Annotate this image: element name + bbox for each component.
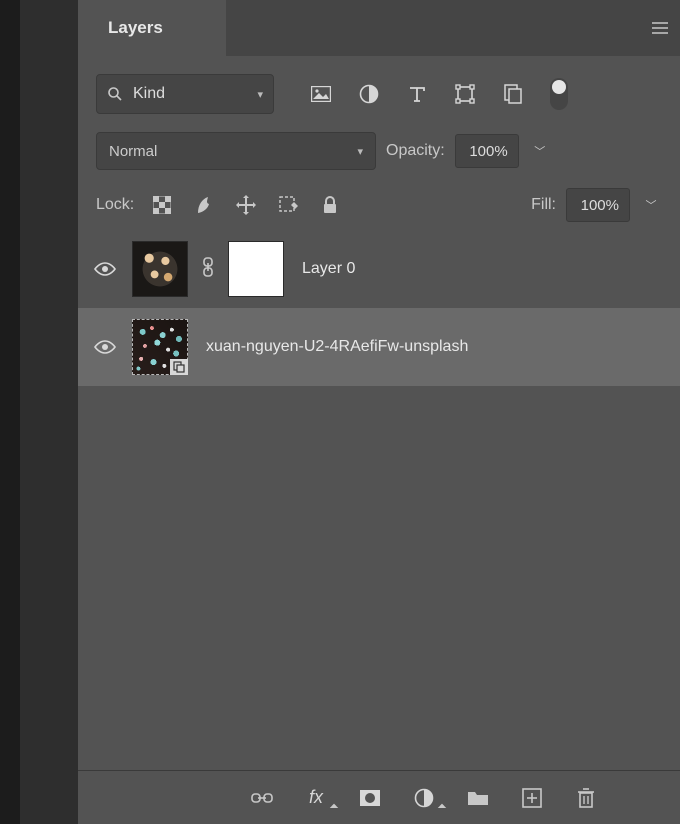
- opacity-input[interactable]: 100%: [455, 134, 519, 168]
- add-adjustment-button[interactable]: [411, 785, 437, 811]
- layer-thumbnail[interactable]: [132, 319, 188, 375]
- fill-input[interactable]: 100%: [566, 188, 630, 222]
- filter-shape-icon[interactable]: [450, 79, 480, 109]
- layers-bottom-toolbar: fx: [78, 770, 680, 824]
- filter-type-text-icon[interactable]: [402, 79, 432, 109]
- blend-mode-select[interactable]: Normal ▾: [96, 132, 376, 170]
- layer-row[interactable]: xuan-nguyen-U2-4RAefiFw-unsplash: [78, 308, 680, 386]
- layer-visibility-toggle[interactable]: [92, 261, 118, 277]
- filter-type-label: Kind: [133, 85, 247, 103]
- panel-tabbar: Layers: [78, 0, 680, 56]
- ruler-gutter: [0, 0, 20, 824]
- new-group-button[interactable]: [465, 785, 491, 811]
- layer-mask-thumbnail[interactable]: [228, 241, 284, 297]
- filter-smartobject-icon[interactable]: [498, 79, 528, 109]
- blend-mode-value: Normal: [109, 143, 157, 160]
- filter-row: Kind ▾: [96, 74, 662, 114]
- layer-name-label[interactable]: xuan-nguyen-U2-4RAefiFw-unsplash: [206, 338, 468, 356]
- layer-row[interactable]: Layer 0: [78, 230, 680, 308]
- link-layers-button[interactable]: [249, 785, 275, 811]
- smart-object-badge: [170, 359, 188, 375]
- search-icon: [107, 86, 123, 102]
- fill-value: 100%: [581, 197, 619, 214]
- new-layer-button[interactable]: [519, 785, 545, 811]
- chevron-down-icon: ▾: [257, 88, 263, 101]
- layer-thumbnail[interactable]: [132, 241, 188, 297]
- add-mask-button[interactable]: [357, 785, 383, 811]
- fill-flyout-button[interactable]: ﹀: [640, 188, 662, 222]
- layer-visibility-toggle[interactable]: [92, 339, 118, 355]
- delete-layer-button[interactable]: [573, 785, 599, 811]
- lock-fill-row: Lock: Fill:: [96, 188, 662, 222]
- panel-menu-button[interactable]: [640, 0, 680, 56]
- opacity-control: Opacity: 100% ﹀: [386, 134, 551, 168]
- opacity-label: Opacity:: [386, 142, 445, 160]
- eye-icon: [94, 339, 116, 355]
- canvas-area: [0, 0, 78, 824]
- hamburger-icon: [652, 22, 668, 34]
- lock-label: Lock:: [96, 196, 134, 214]
- lock-artboard-icon[interactable]: [276, 193, 300, 217]
- eye-icon: [94, 261, 116, 277]
- filter-icons-group: [306, 78, 568, 110]
- chevron-down-icon: ▾: [357, 145, 363, 158]
- blend-opacity-row: Normal ▾ Opacity: 100% ﹀: [96, 132, 662, 170]
- layers-controls: Kind ▾: [78, 56, 680, 228]
- layer-fx-button[interactable]: fx: [303, 785, 329, 811]
- layers-list: Layer 0 xuan-nguyen-U2-4RAefiFw-unsplash: [78, 230, 680, 770]
- filter-pixel-icon[interactable]: [306, 79, 336, 109]
- filter-type-select[interactable]: Kind ▾: [96, 74, 274, 114]
- lock-all-icon[interactable]: [318, 193, 342, 217]
- filter-toggle-switch[interactable]: [550, 78, 568, 110]
- fill-label: Fill:: [531, 196, 556, 214]
- lock-transparency-icon[interactable]: [150, 193, 174, 217]
- lock-position-icon[interactable]: [234, 193, 258, 217]
- lock-icons-group: [150, 193, 342, 217]
- fx-icon: fx: [309, 787, 323, 808]
- opacity-flyout-button[interactable]: ﹀: [529, 134, 551, 168]
- layers-panel: Layers Kind ▾: [78, 0, 680, 824]
- fill-control: Fill: 100% ﹀: [531, 188, 662, 222]
- layers-tab[interactable]: Layers: [90, 0, 226, 56]
- opacity-value: 100%: [469, 143, 507, 160]
- lock-image-icon[interactable]: [192, 193, 216, 217]
- layer-name-label[interactable]: Layer 0: [302, 260, 355, 278]
- layers-tab-label: Layers: [108, 18, 163, 38]
- filter-adjustment-icon[interactable]: [354, 79, 384, 109]
- mask-link-icon[interactable]: [202, 257, 214, 281]
